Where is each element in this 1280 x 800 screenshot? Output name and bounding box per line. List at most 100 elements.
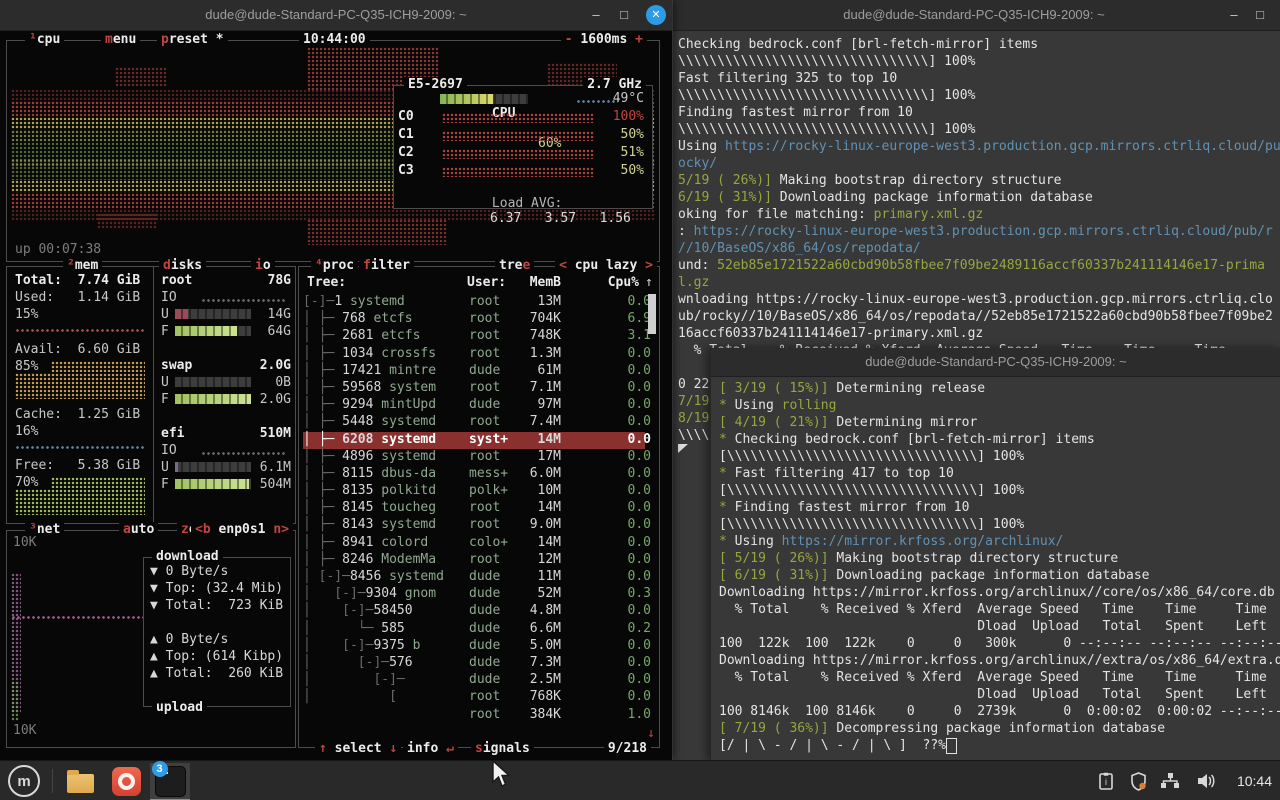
process-row[interactable]: root 384K 1.0 bbox=[303, 707, 651, 724]
mem-avail-pct: 85% bbox=[15, 359, 39, 374]
svg-text:i: i bbox=[1105, 777, 1107, 787]
process-row[interactable]: │ └─ 585 dude 6.6M 0.2 bbox=[303, 621, 651, 638]
process-row[interactable]: │ ├─ 1034 crossfs root 1.3M 0.0 bbox=[303, 346, 651, 363]
terminal-line: 16accf60337b241114146e17-primary.xml.gz bbox=[678, 326, 984, 341]
minimize-icon[interactable]: – bbox=[584, 0, 608, 30]
app-launcher-red[interactable] bbox=[106, 763, 146, 799]
process-row[interactable]: │ [-]─9375 b dude 5.0M 0.0 bbox=[303, 638, 651, 655]
process-row[interactable]: │ ├─ 6208 systemd syst+ 14M 0.0 bbox=[303, 431, 651, 449]
process-row[interactable]: [-]─1 systemd root 13M 0.0 bbox=[303, 294, 651, 311]
back-terminal-title: dude@dude-Standard-PC-Q35-ICH9-2009: ~ bbox=[843, 7, 1105, 22]
terminal-line: * Using rolling bbox=[719, 398, 837, 413]
terminal-line: [ 7/19 ( 36%)] Decompressing package inf… bbox=[719, 721, 1166, 736]
terminal-line: [ 6/19 ( 31%)] Downloading package infor… bbox=[719, 568, 1150, 583]
uptime-label: up 00:07:38 bbox=[15, 242, 102, 257]
process-row[interactable]: │ ├─ 59568 system root 7.1M 0.0 bbox=[303, 380, 651, 397]
process-row[interactable]: │ [-]─ dude 2.5M 0.0 bbox=[303, 672, 651, 689]
tab-cpu[interactable]: ¹cpu bbox=[25, 32, 65, 47]
process-row[interactable]: │ ├─ 8115 dbus-da mess+ 6.0M 0.0 bbox=[303, 466, 651, 483]
col-header-tree[interactable]: Tree: bbox=[307, 275, 346, 290]
volume-tray-icon[interactable] bbox=[1194, 769, 1218, 793]
process-row[interactable]: │ [ root 768K 0.0 bbox=[303, 689, 651, 706]
process-row[interactable]: │ ├─ 8143 systemd root 9.0M 0.0 bbox=[303, 517, 651, 534]
info-hint[interactable]: info ↵ bbox=[403, 741, 458, 756]
taskbar-clock[interactable]: 10:44 bbox=[1237, 761, 1272, 800]
mem-cache-pct: 16% bbox=[15, 424, 39, 439]
tab-proc[interactable]: ⁴proc bbox=[311, 258, 359, 273]
process-row[interactable]: │ ├─ 2681 etcfs root 748K 3.1 bbox=[303, 328, 651, 345]
col-header-cpu[interactable]: Cpu% bbox=[599, 275, 639, 290]
process-row[interactable]: │ ├─ 5448 systemd root 7.4M 0.0 bbox=[303, 414, 651, 431]
net-scale-top: 10K bbox=[13, 535, 37, 550]
folder-icon bbox=[66, 769, 94, 793]
process-row[interactable]: │ ├─ 768 etcfs root 704K 6.9 bbox=[303, 311, 651, 328]
upload-total: ▲ Total: 260 KiB bbox=[150, 666, 284, 681]
process-row[interactable]: │ ├─ 8135 polkitd polk+ 10M 0.0 bbox=[303, 483, 651, 500]
file-manager-launcher[interactable] bbox=[60, 763, 100, 799]
update-interval-control[interactable]: - 1600ms + bbox=[560, 32, 647, 47]
maximize-icon[interactable]: □ bbox=[1248, 0, 1272, 30]
terminal-window-front: dude@dude-Standard-PC-Q35-ICH9-2009: ~ [… bbox=[710, 348, 1280, 760]
tab-io[interactable]: io bbox=[251, 258, 275, 273]
process-row[interactable]: │ ├─ 8941 colord colo+ 14M 0.0 bbox=[303, 535, 651, 552]
preset-button[interactable]: preset * bbox=[157, 32, 228, 47]
cpu-model: E5-2697 bbox=[404, 77, 467, 92]
terminal-line: 100 8146k 100 8146k 0 0 2739k 0 0:00:02 … bbox=[719, 704, 1280, 719]
process-row[interactable]: │ ├─ 8145 toucheg root 14M 0.0 bbox=[303, 500, 651, 517]
process-row[interactable]: │ [-]─9304 gnom dude 52M 0.3 bbox=[303, 586, 651, 603]
maximize-icon[interactable]: □ bbox=[612, 0, 636, 30]
net-auto-button[interactable]: auto bbox=[119, 522, 159, 537]
tab-mem[interactable]: ²mem bbox=[63, 258, 103, 273]
process-row[interactable]: │ ├─ 4896 systemd root 17M 0.0 bbox=[303, 449, 651, 466]
col-header-user[interactable]: User: bbox=[467, 275, 506, 290]
menu-button[interactable]: menu bbox=[101, 32, 141, 47]
mint-menu-button[interactable]: m bbox=[4, 763, 44, 799]
update-shield-tray-icon[interactable] bbox=[1126, 769, 1150, 793]
sort-direction-icon[interactable]: ↑ bbox=[645, 275, 653, 290]
disk-efi-used: U 6.1M bbox=[161, 460, 291, 475]
network-tray-icon[interactable] bbox=[1158, 769, 1182, 793]
terminal-line: [\\\\\\\\\\\\\\\\\\\\\\\\\\\\\\\\] 100% bbox=[719, 483, 1025, 498]
terminal-line: * Using https://mirror.krfoss.org/archli… bbox=[719, 534, 1064, 549]
btop-clock: 10:44:00 bbox=[299, 32, 370, 47]
btop-terminal-window: dude@dude-Standard-PC-Q35-ICH9-2009: ~ –… bbox=[0, 0, 672, 760]
col-header-mem[interactable]: MemB bbox=[511, 275, 561, 290]
terminal-line: Checking bedrock.conf [brl-fetch-mirror]… bbox=[678, 37, 1039, 52]
signals-hint[interactable]: signals bbox=[471, 741, 534, 756]
net-interface-selector[interactable]: <b enp0s1 n> bbox=[191, 522, 293, 537]
terminal-window-group[interactable]: 3 bbox=[150, 760, 190, 800]
process-row[interactable]: │ ├─ 8246 ModemMa root 12M 0.0 bbox=[303, 552, 651, 569]
net-graph-up bbox=[11, 681, 19, 721]
select-hint[interactable]: ↑ select ↓ bbox=[315, 741, 402, 756]
terminal-line: * Checking bedrock.conf [brl-fetch-mirro… bbox=[719, 432, 1095, 447]
terminal-line: ub/rocky//10/BaseOS/x86_64/os/repodata//… bbox=[678, 309, 1273, 324]
terminal-line: [\\\\\\\\\\\\\\\\\\\\\\\\\\\\\\\\] 100% bbox=[719, 517, 1025, 532]
cpu-core-row: C2 51% bbox=[398, 145, 644, 160]
proc-filter-button[interactable]: filter bbox=[359, 258, 414, 273]
process-row[interactable]: │ [-]─8456 systemd dude 11M 0.0 bbox=[303, 569, 651, 586]
terminal-line: Downloading https://mirror.krfoss.org/ar… bbox=[719, 585, 1275, 600]
tab-disks[interactable]: disks bbox=[159, 258, 207, 273]
cpu-temp: 49°C bbox=[612, 91, 644, 106]
terminal-line: Finding fastest mirror from 10 bbox=[678, 105, 913, 120]
clipboard-tray-icon[interactable]: i bbox=[1094, 769, 1118, 793]
front-terminal-titlebar[interactable]: dude@dude-Standard-PC-Q35-ICH9-2009: ~ bbox=[711, 348, 1280, 377]
terminal-line: //10/BaseOS/x86_64/os/repodata/ bbox=[678, 241, 921, 256]
close-icon[interactable]: ✕ bbox=[646, 5, 666, 25]
back-terminal-titlebar[interactable]: dude@dude-Standard-PC-Q35-ICH9-2009: ~ –… bbox=[668, 0, 1280, 31]
process-row[interactable]: │ ├─ 17421 mintre dude 61M 0.0 bbox=[303, 363, 651, 380]
proc-scrollbar[interactable] bbox=[648, 294, 656, 334]
terminal-line: wnloading https://rocky-linux-europe-wes… bbox=[678, 292, 1273, 307]
disk-swap-free: F 2.0G bbox=[161, 392, 291, 407]
download-top: ▼ Top: (32.4 Mib) bbox=[150, 581, 284, 596]
minimize-icon[interactable]: – bbox=[1222, 0, 1246, 30]
terminal-line: Dload Upload Total Spent Left bbox=[719, 619, 1267, 634]
terminal-line: \\\\\\\\\\\\\\\\\\\\\\\\\\\\\\\\] 100% bbox=[678, 122, 976, 137]
process-row[interactable]: │ ├─ 9294 mintUpd dude 97M 0.0 bbox=[303, 397, 651, 414]
disk-swap: swap 2.0G bbox=[161, 358, 291, 373]
btop-titlebar[interactable]: dude@dude-Standard-PC-Q35-ICH9-2009: ~ –… bbox=[0, 0, 672, 31]
proc-sort-selector[interactable]: < cpu lazy > bbox=[555, 258, 657, 273]
process-row[interactable]: │ [-]─58450 dude 4.8M 0.0 bbox=[303, 603, 651, 620]
process-row[interactable]: │ [-]─576 dude 7.3M 0.0 bbox=[303, 655, 651, 672]
proc-tree-button[interactable]: tree bbox=[495, 258, 535, 273]
